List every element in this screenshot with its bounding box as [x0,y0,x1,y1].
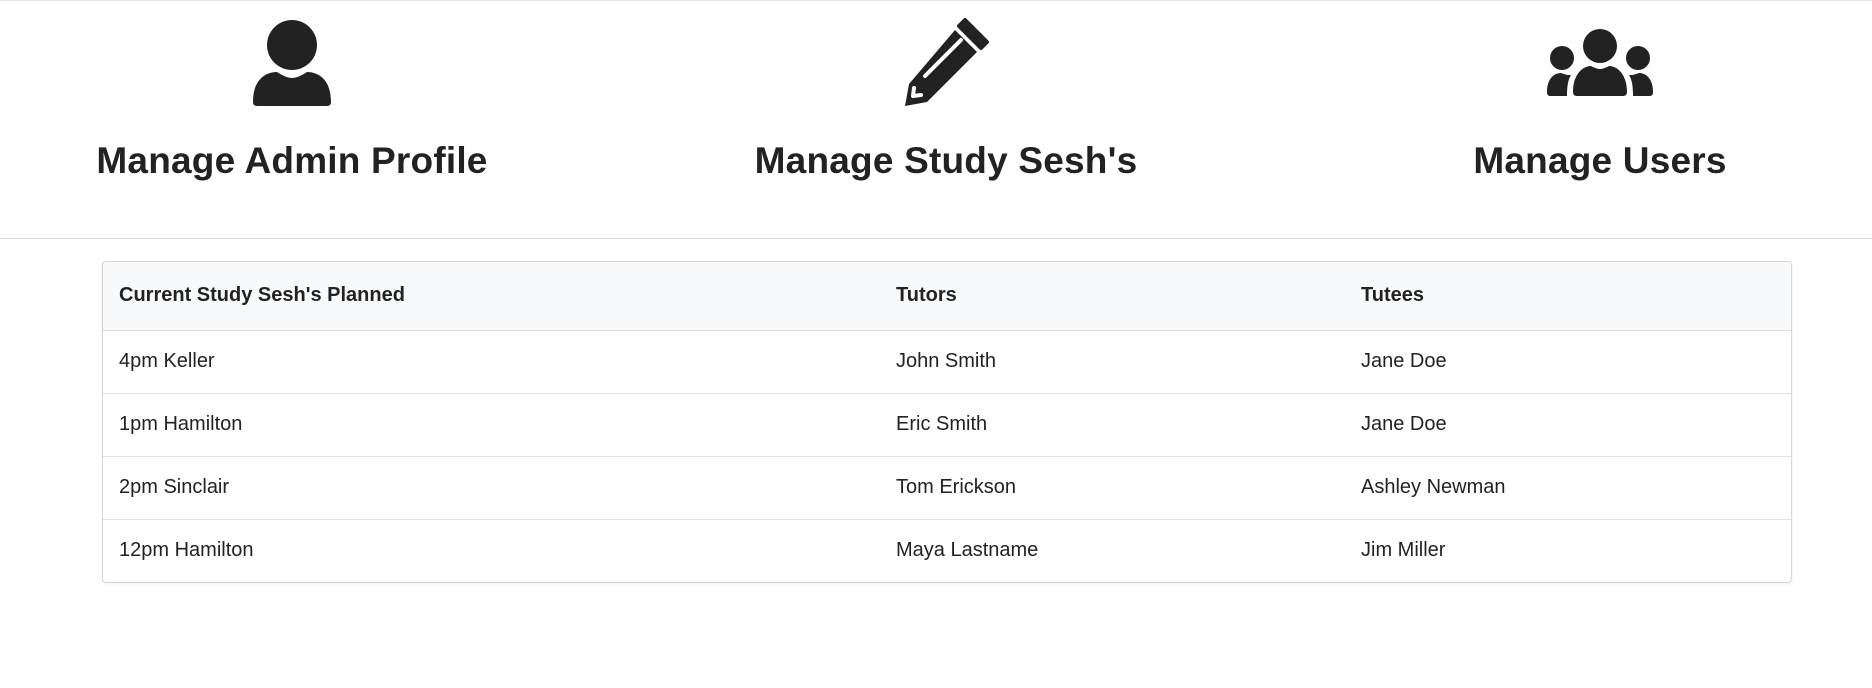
sesh-cell: 1pm Hamilton [119,413,243,435]
table-header-row: Current Study Sesh's Planned Tutors Tute… [103,262,1791,331]
manage-study-sesh-card[interactable]: Manage Study Sesh's [686,0,1206,238]
tutee-cell: Ashley Newman [1361,476,1506,498]
table-row: 12pm Hamilton Maya Lastname Jim Miller [103,519,1791,582]
tutee-cell: Jane Doe [1361,413,1447,435]
manage-users-card[interactable]: Manage Users [1340,0,1860,238]
column-header-tutees: Tutees [1345,262,1791,331]
tutee-cell: Jane Doe [1361,350,1447,372]
sesh-cell: 4pm Keller [119,350,215,372]
column-header-tutors: Tutors [880,262,1345,331]
tutor-cell: John Smith [896,350,997,372]
table-row: 2pm Sinclair Tom Erickson Ashley Newman [103,456,1791,519]
study-sesh-table: Current Study Sesh's Planned Tutors Tute… [102,261,1792,583]
card-title: Manage Admin Profile [96,140,488,181]
sesh-cell: 12pm Hamilton [119,539,254,562]
pencil-icon [891,18,1001,108]
card-title: Manage Study Sesh's [754,140,1138,181]
card-title: Manage Users [1473,140,1727,181]
users-icon [1545,18,1655,108]
table-row: 1pm Hamilton Eric Smith Jane Doe [103,393,1791,456]
nav-cards: Manage Admin Profile Manage Study Sesh's [0,0,1872,239]
user-icon [237,18,347,108]
tutor-cell: Tom Erickson [896,476,1017,498]
tutee-cell: Jim Miller [1361,539,1446,562]
column-header-sesh: Current Study Sesh's Planned [103,262,880,331]
table-row: 4pm Keller John Smith Jane Doe [103,330,1791,393]
tutor-cell: Maya Lastname [896,539,1039,562]
manage-admin-profile-card[interactable]: Manage Admin Profile [32,0,552,238]
tutor-cell: Eric Smith [896,413,988,435]
sesh-cell: 2pm Sinclair [119,476,230,498]
